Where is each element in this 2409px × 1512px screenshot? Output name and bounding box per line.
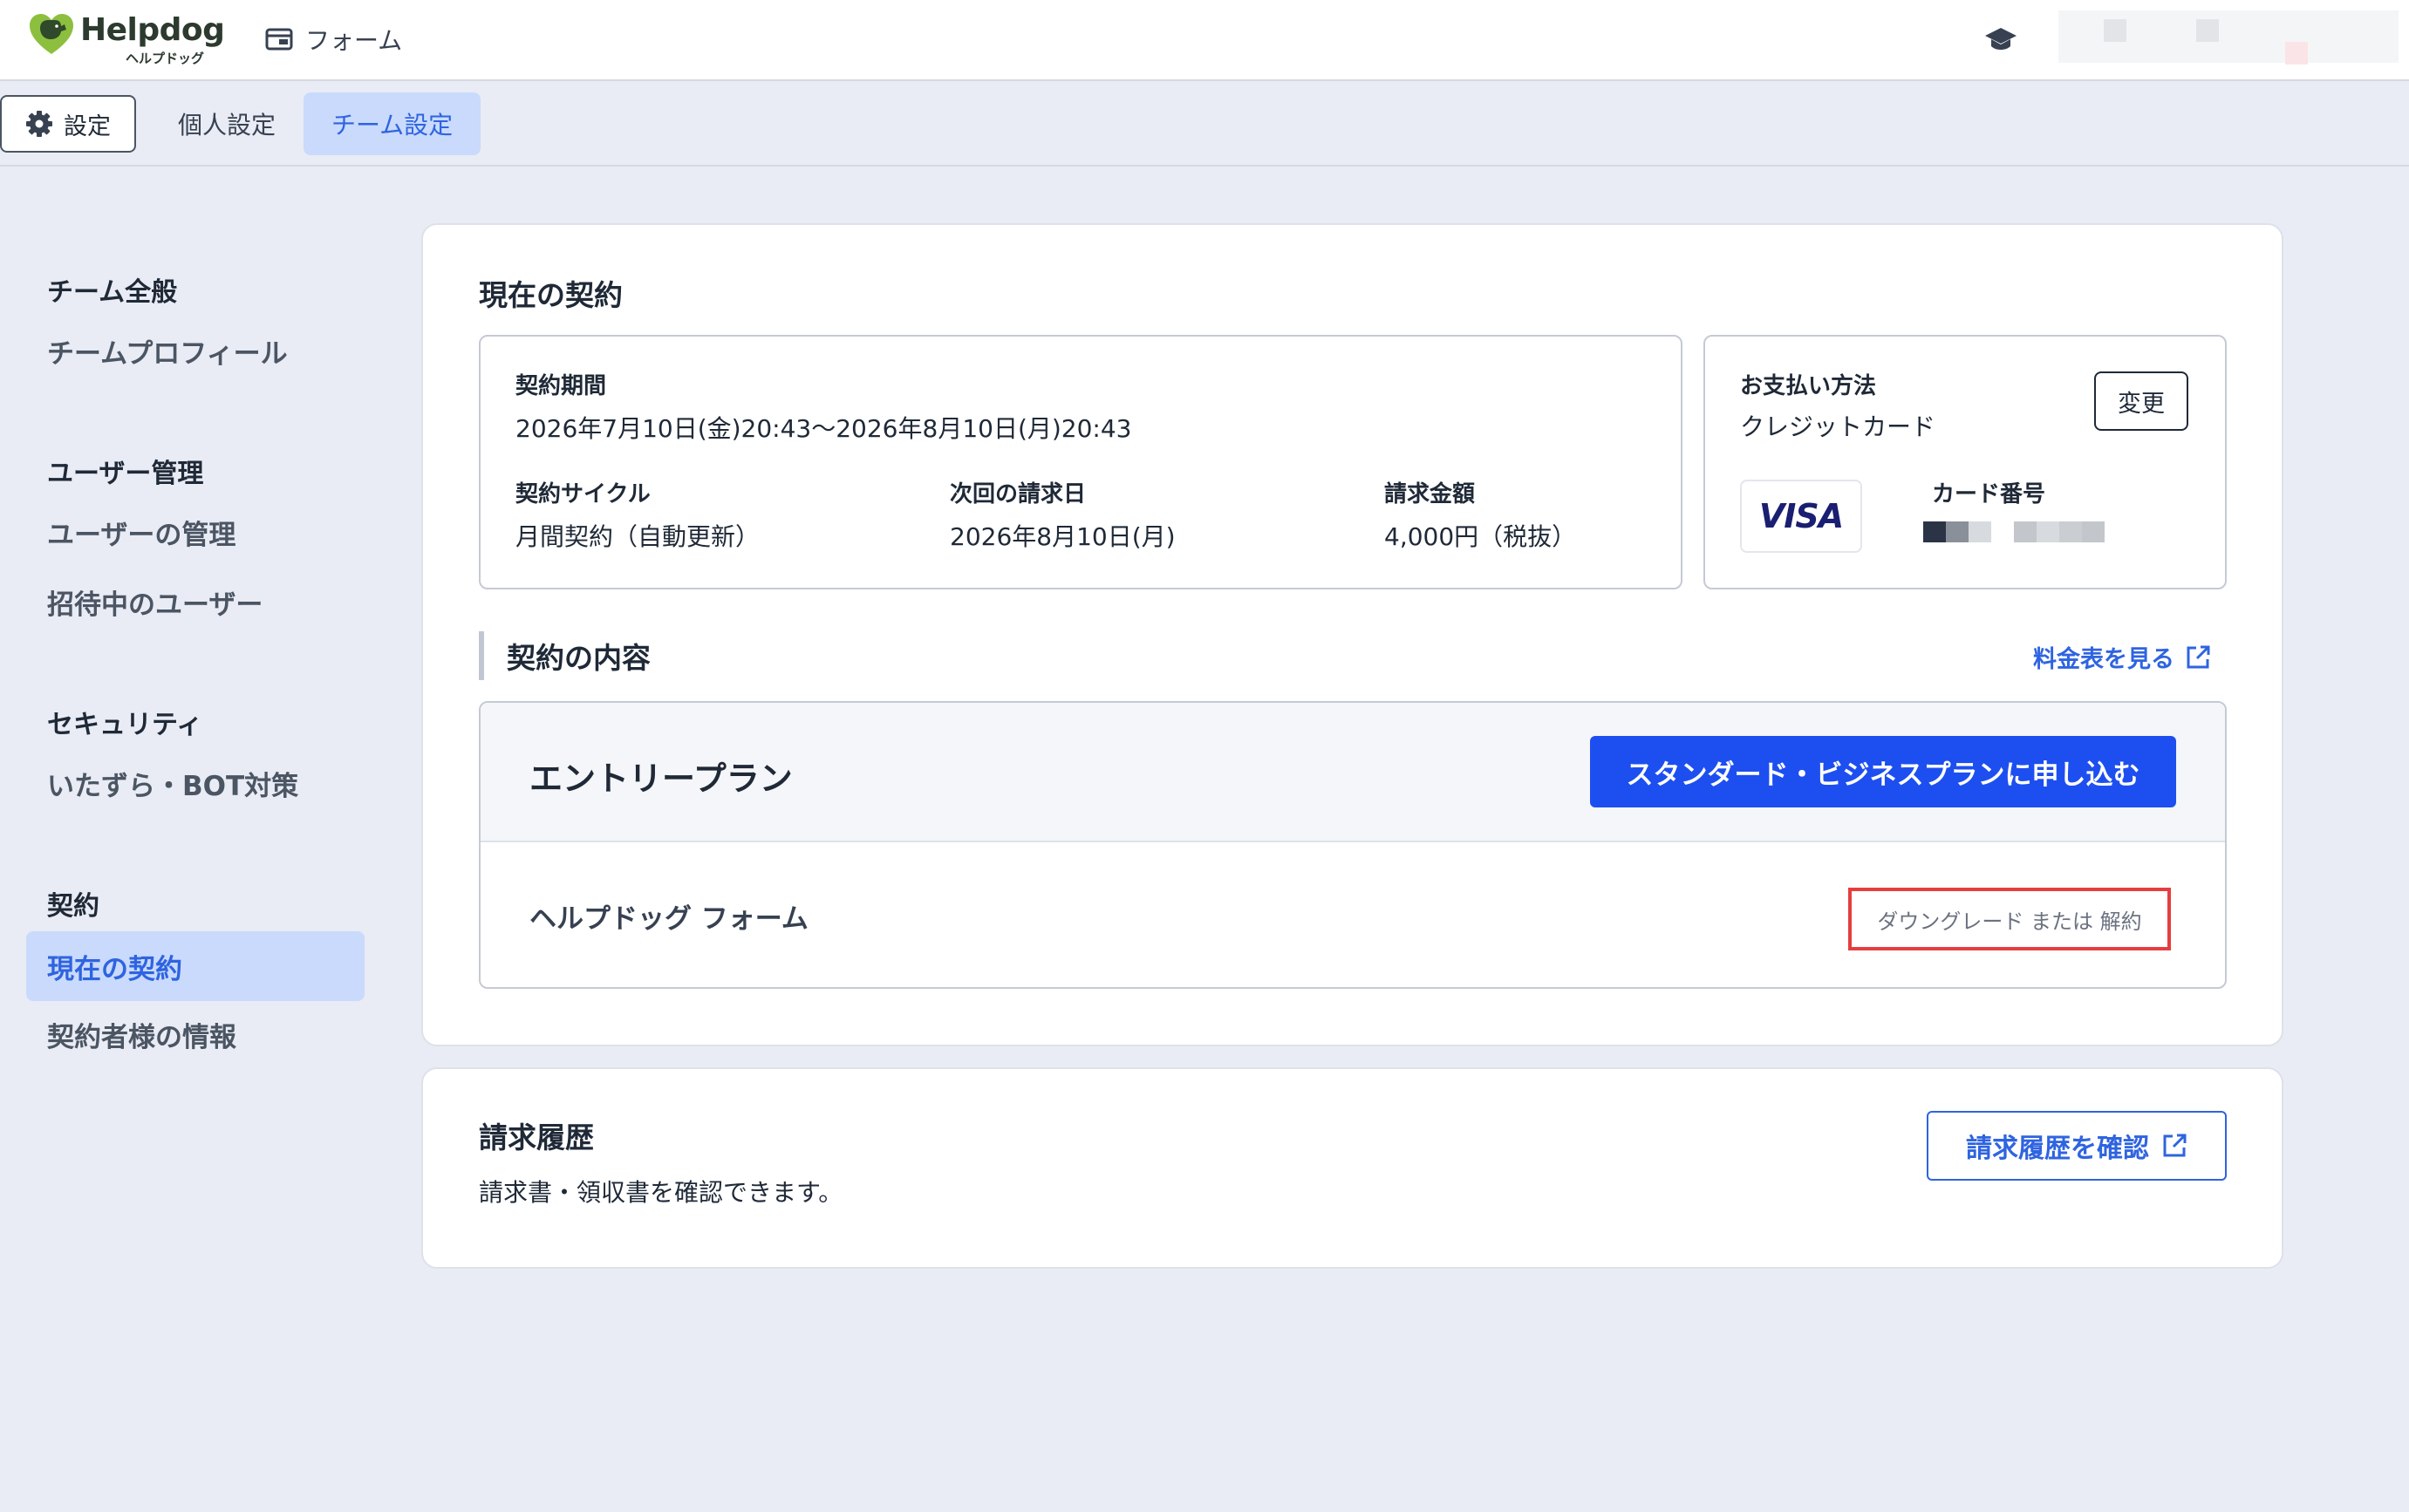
blur-pixel <box>2196 19 2219 42</box>
payment-method-box: お支払い方法 クレジットカード 変更 VISA カード番号 <box>1703 335 2227 589</box>
visa-card-icon: VISA <box>1740 480 1862 553</box>
card-number-label: カード番号 <box>1932 481 2046 507</box>
settings-label: 設定 <box>64 112 111 140</box>
change-payment-button[interactable]: 変更 <box>2094 371 2188 431</box>
view-billing-history-button[interactable]: 請求履歴を確認 <box>1927 1111 2227 1181</box>
downgrade-or-cancel-link[interactable]: ダウングレード または 解約 <box>1848 888 2171 950</box>
billing-title: 請求履歴 <box>479 1120 594 1154</box>
plan-header: エントリープラン スタンダード・ビジネスプランに申し込む <box>481 703 2225 842</box>
logo-heart-icon <box>30 14 73 54</box>
external-link-icon <box>2187 645 2210 668</box>
section-accent-bar <box>479 631 484 680</box>
payment-label: お支払い方法 <box>1740 373 1877 399</box>
page-title: 現在の契約 <box>479 278 623 312</box>
pricing-link-label: 料金表を見る <box>2033 646 2174 673</box>
sidebar-section-team: チーム全般 <box>47 277 178 308</box>
amount-value: 4,000円（税抜） <box>1384 522 1577 551</box>
graduation-cap-icon[interactable] <box>1983 24 2018 54</box>
gear-icon <box>26 111 52 137</box>
logo-text: Helpdog <box>80 12 225 48</box>
current-contract-card: 現在の契約 契約期間 2026年7月10日(金)20:43〜2026年8月10日… <box>421 223 2283 1046</box>
app-switcher[interactable]: フォーム <box>265 17 402 61</box>
app-header: Helpdog ヘルプドッグ フォーム <box>0 0 2409 81</box>
sidebar-item-bot-protection[interactable]: いたずら・BOT対策 <box>47 764 298 803</box>
external-link-icon <box>2163 1134 2187 1157</box>
product-name: ヘルプドッグ フォーム <box>529 903 809 935</box>
payment-value: クレジットカード <box>1740 412 1936 441</box>
plan-name: エントリープラン <box>529 759 793 798</box>
tab-personal-settings[interactable]: 個人設定 <box>150 92 304 155</box>
sidebar-section-security: セキュリティ <box>47 710 203 740</box>
cycle-label: 契約サイクル <box>515 481 651 507</box>
plan-box: エントリープラン スタンダード・ビジネスプランに申し込む ヘルプドッグ フォーム… <box>479 701 2227 989</box>
next-bill-value: 2026年8月10日(月) <box>950 522 1176 551</box>
apply-upgrade-button[interactable]: スタンダード・ビジネスプランに申し込む <box>1590 736 2176 807</box>
logo-subtext: ヘルプドッグ <box>126 51 205 66</box>
period-value: 2026年7月10日(金)20:43〜2026年8月10日(月)20:43 <box>515 414 1132 443</box>
helpdog-logo[interactable]: Helpdog ヘルプドッグ <box>28 10 225 68</box>
billing-description: 請求書・領収書を確認できます。 <box>479 1178 843 1207</box>
contract-period-box: 契約期間 2026年7月10日(金)20:43〜2026年8月10日(月)20:… <box>479 335 1682 589</box>
blur-pixel <box>2104 19 2126 42</box>
sidebar-item-contractor-info[interactable]: 契約者様の情報 <box>47 1015 236 1054</box>
blur-pixel <box>2285 42 2308 65</box>
sidebar-section-users: ユーザー管理 <box>47 459 204 489</box>
app-label: フォーム <box>305 26 403 55</box>
settings-subnav: 設定 個人設定 チーム設定 <box>0 83 2409 167</box>
pricing-link[interactable]: 料金表を見る <box>2033 640 2211 674</box>
sidebar-item-current-contract[interactable]: 現在の契約 <box>26 931 365 1001</box>
period-label: 契約期間 <box>515 373 607 399</box>
amount-label: 請求金額 <box>1384 481 1476 507</box>
next-bill-label: 次回の請求日 <box>950 481 1087 507</box>
cycle-value: 月間契約（自動更新） <box>515 522 761 551</box>
settings-button[interactable]: 設定 <box>0 95 136 153</box>
tab-team-settings[interactable]: チーム設定 <box>304 92 481 155</box>
billing-history-label: 請求履歴を確認 <box>1966 1134 2149 1164</box>
sidebar-item-invited-users[interactable]: 招待中のユーザー <box>47 582 263 622</box>
form-window-icon <box>265 28 293 51</box>
billing-history-card: 請求履歴 請求書・領収書を確認できます。 請求履歴を確認 <box>421 1067 2283 1269</box>
sidebar-section-contract: 契約 <box>47 891 99 922</box>
contract-content-title: 契約の内容 <box>507 641 651 675</box>
sidebar-item-team-profile[interactable]: チームプロフィール <box>47 331 288 371</box>
sidebar-item-user-manage[interactable]: ユーザーの管理 <box>47 513 235 552</box>
